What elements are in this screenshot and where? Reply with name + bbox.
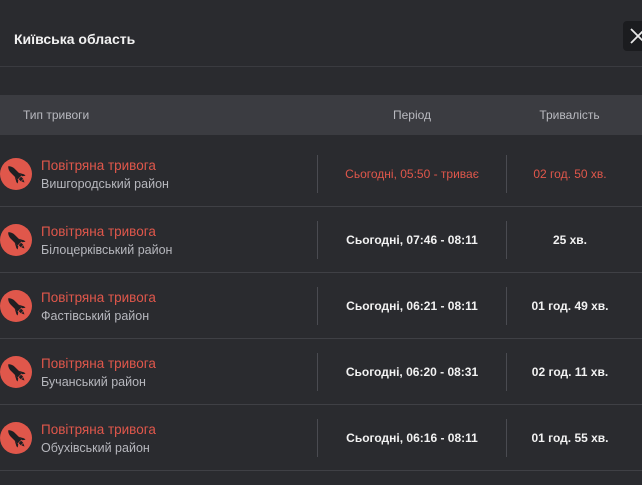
column-header-period: Період <box>392 108 432 122</box>
alert-row[interactable]: Повітряна тривога Обухівський район Сьог… <box>0 405 642 471</box>
alert-period: Сьогодні, 06:20 - 08:31 <box>345 365 479 379</box>
district-name: Фастівський район <box>41 309 150 323</box>
district-name: Вишгородський район <box>41 177 169 191</box>
alert-duration: 02 год. 50 хв. <box>533 167 607 181</box>
alert-row[interactable]: Повітряна тривога Бучанський район Сього… <box>0 339 642 405</box>
rocket-icon <box>0 422 32 454</box>
rocket-icon <box>0 356 32 388</box>
dialog-title: Київська область <box>14 31 136 47</box>
alert-period: Сьогодні, 07:46 - 08:11 <box>346 233 478 247</box>
alert-duration: 01 год. 49 хв. <box>531 299 609 313</box>
alerts-dialog: Київська область Тип тривоги Період Трив… <box>0 0 642 485</box>
close-icon <box>630 28 642 44</box>
district-name: Обухівський район <box>41 441 150 455</box>
alert-duration: 25 хв. <box>552 233 588 247</box>
dialog-header: Київська область <box>0 0 642 67</box>
district-name: Бучанський район <box>41 375 146 389</box>
rocket-icon <box>0 224 32 256</box>
alert-row[interactable]: Повітряна тривога Білоцерківський район … <box>0 207 642 273</box>
table-header: Тип тривоги Період Тривалість <box>0 95 642 135</box>
alert-row[interactable]: Повітряна тривога Вишгородський район Сь… <box>0 141 642 207</box>
column-header-duration: Тривалість <box>539 108 600 122</box>
alert-type-label: Повітряна тривога <box>41 356 156 371</box>
alert-type-label: Повітряна тривога <box>41 224 156 239</box>
alert-duration: 01 год. 55 хв. <box>531 431 609 445</box>
rocket-icon <box>0 290 32 322</box>
alert-period: Сьогодні, 06:21 - 08:11 <box>346 299 478 313</box>
alert-type-label: Повітряна тривога <box>41 422 156 437</box>
alert-period: Сьогодні, 05:50 - триває <box>345 167 479 181</box>
column-header-type: Тип тривоги <box>23 108 90 122</box>
alert-duration: 02 год. 11 хв. <box>531 365 609 379</box>
alert-period: Сьогодні, 06:16 - 08:11 <box>346 431 478 445</box>
alert-type-label: Повітряна тривога <box>41 290 156 305</box>
alert-row[interactable]: Повітряна тривога Фастівський район Сьог… <box>0 273 642 339</box>
alert-type-label: Повітряна тривога <box>41 158 156 173</box>
rocket-icon <box>0 158 32 190</box>
close-button[interactable] <box>623 21 642 51</box>
district-name: Білоцерківський район <box>41 243 173 257</box>
